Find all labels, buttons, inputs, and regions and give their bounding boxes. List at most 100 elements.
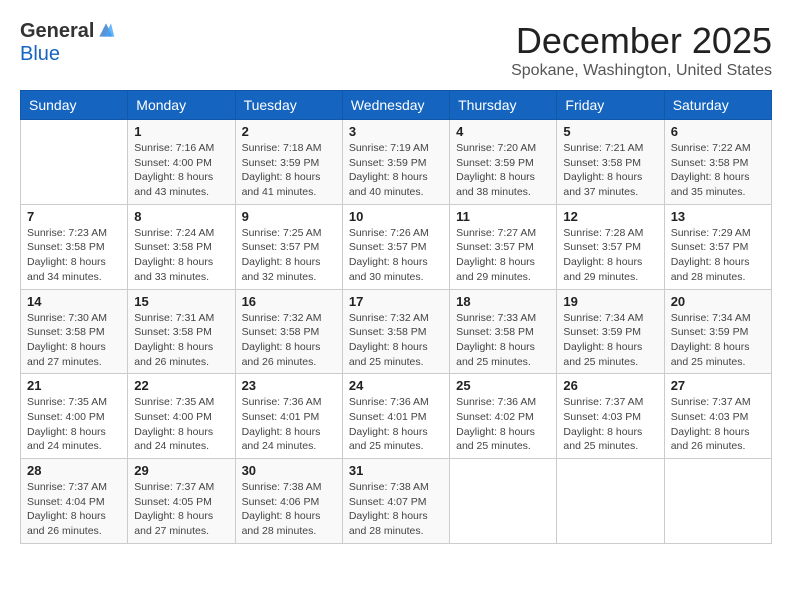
calendar-cell: 8 Sunrise: 7:24 AMSunset: 3:58 PMDaylight… (128, 204, 235, 289)
title-block: December 2025 Spokane, Washington, Unite… (511, 20, 772, 80)
logo-general: General (20, 20, 94, 43)
calendar-cell (664, 459, 771, 544)
day-number: 30 (242, 463, 336, 478)
day-number: 11 (456, 209, 550, 224)
calendar-cell: 6 Sunrise: 7:22 AMSunset: 3:58 PMDaylight… (664, 120, 771, 205)
calendar-cell: 12 Sunrise: 7:28 AMSunset: 3:57 PMDayligh… (557, 204, 664, 289)
logo: General Blue (20, 20, 116, 66)
calendar-cell: 28 Sunrise: 7:37 AMSunset: 4:04 PMDayligh… (21, 459, 128, 544)
day-number: 5 (563, 124, 657, 139)
day-number: 19 (563, 294, 657, 309)
calendar-cell: 4 Sunrise: 7:20 AMSunset: 3:59 PMDaylight… (450, 120, 557, 205)
day-info: Sunrise: 7:36 AMSunset: 4:01 PMDaylight:… (242, 395, 336, 454)
calendar-cell: 5 Sunrise: 7:21 AMSunset: 3:58 PMDaylight… (557, 120, 664, 205)
day-info: Sunrise: 7:38 AMSunset: 4:06 PMDaylight:… (242, 480, 336, 539)
day-info: Sunrise: 7:19 AMSunset: 3:59 PMDaylight:… (349, 141, 443, 200)
calendar-week-2: 7Sunrise: 7:23 AMSunset: 3:58 PMDaylight… (21, 204, 772, 289)
calendar-cell: 15 Sunrise: 7:31 AMSunset: 3:58 PMDayligh… (128, 289, 235, 374)
calendar-cell: 7Sunrise: 7:23 AMSunset: 3:58 PMDaylight… (21, 204, 128, 289)
day-number: 13 (671, 209, 765, 224)
day-info: Sunrise: 7:38 AMSunset: 4:07 PMDaylight:… (349, 480, 443, 539)
calendar-cell (21, 120, 128, 205)
day-info: Sunrise: 7:37 AMSunset: 4:03 PMDaylight:… (671, 395, 765, 454)
calendar-cell: 30 Sunrise: 7:38 AMSunset: 4:06 PMDayligh… (235, 459, 342, 544)
day-number: 8 (134, 209, 228, 224)
day-number: 16 (242, 294, 336, 309)
day-info: Sunrise: 7:34 AMSunset: 3:59 PMDaylight:… (671, 311, 765, 370)
day-number: 27 (671, 378, 765, 393)
day-info: Sunrise: 7:37 AMSunset: 4:05 PMDaylight:… (134, 480, 228, 539)
day-info: Sunrise: 7:28 AMSunset: 3:57 PMDaylight:… (563, 226, 657, 285)
day-number: 17 (349, 294, 443, 309)
day-info: Sunrise: 7:29 AMSunset: 3:57 PMDaylight:… (671, 226, 765, 285)
calendar-week-3: 14Sunrise: 7:30 AMSunset: 3:58 PMDayligh… (21, 289, 772, 374)
day-info: Sunrise: 7:35 AMSunset: 4:00 PMDaylight:… (27, 395, 121, 454)
calendar-cell: 24 Sunrise: 7:36 AMSunset: 4:01 PMDayligh… (342, 374, 449, 459)
weekday-header-sunday: Sunday (21, 91, 128, 120)
month-title: December 2025 (511, 20, 772, 62)
calendar-cell: 17 Sunrise: 7:32 AMSunset: 3:58 PMDayligh… (342, 289, 449, 374)
weekday-header-row: SundayMondayTuesdayWednesdayThursdayFrid… (21, 91, 772, 120)
day-number: 24 (349, 378, 443, 393)
day-info: Sunrise: 7:35 AMSunset: 4:00 PMDaylight:… (134, 395, 228, 454)
day-number: 6 (671, 124, 765, 139)
calendar-cell: 23Sunrise: 7:36 AMSunset: 4:01 PMDayligh… (235, 374, 342, 459)
logo-blue-text: Blue (20, 43, 60, 65)
calendar-cell: 29 Sunrise: 7:37 AMSunset: 4:05 PMDayligh… (128, 459, 235, 544)
calendar-cell: 13 Sunrise: 7:29 AMSunset: 3:57 PMDayligh… (664, 204, 771, 289)
weekday-header-saturday: Saturday (664, 91, 771, 120)
day-info: Sunrise: 7:31 AMSunset: 3:58 PMDaylight:… (134, 311, 228, 370)
day-info: Sunrise: 7:22 AMSunset: 3:58 PMDaylight:… (671, 141, 765, 200)
day-number: 1 (134, 124, 228, 139)
calendar-cell: 14Sunrise: 7:30 AMSunset: 3:58 PMDayligh… (21, 289, 128, 374)
day-number: 28 (27, 463, 121, 478)
day-info: Sunrise: 7:37 AMSunset: 4:03 PMDaylight:… (563, 395, 657, 454)
weekday-header-tuesday: Tuesday (235, 91, 342, 120)
calendar-cell: 3Sunrise: 7:19 AMSunset: 3:59 PMDaylight… (342, 120, 449, 205)
day-info: Sunrise: 7:36 AMSunset: 4:02 PMDaylight:… (456, 395, 550, 454)
weekday-header-friday: Friday (557, 91, 664, 120)
calendar-cell: 9 Sunrise: 7:25 AMSunset: 3:57 PMDaylight… (235, 204, 342, 289)
day-info: Sunrise: 7:32 AMSunset: 3:58 PMDaylight:… (349, 311, 443, 370)
calendar-cell: 2Sunrise: 7:18 AMSunset: 3:59 PMDaylight… (235, 120, 342, 205)
calendar-week-1: 1 Sunrise: 7:16 AMSunset: 4:00 PMDaylight… (21, 120, 772, 205)
calendar-cell: 22Sunrise: 7:35 AMSunset: 4:00 PMDayligh… (128, 374, 235, 459)
day-info: Sunrise: 7:20 AMSunset: 3:59 PMDaylight:… (456, 141, 550, 200)
calendar-table: SundayMondayTuesdayWednesdayThursdayFrid… (20, 90, 772, 544)
day-info: Sunrise: 7:33 AMSunset: 3:58 PMDaylight:… (456, 311, 550, 370)
calendar-cell (557, 459, 664, 544)
calendar-cell: 25Sunrise: 7:36 AMSunset: 4:02 PMDayligh… (450, 374, 557, 459)
day-info: Sunrise: 7:18 AMSunset: 3:59 PMDaylight:… (242, 141, 336, 200)
day-info: Sunrise: 7:24 AMSunset: 3:58 PMDaylight:… (134, 226, 228, 285)
day-info: Sunrise: 7:32 AMSunset: 3:58 PMDaylight:… (242, 311, 336, 370)
weekday-header-thursday: Thursday (450, 91, 557, 120)
logo-icon (96, 20, 116, 40)
day-info: Sunrise: 7:34 AMSunset: 3:59 PMDaylight:… (563, 311, 657, 370)
day-number: 26 (563, 378, 657, 393)
weekday-header-monday: Monday (128, 91, 235, 120)
page-header: General Blue December 2025 Spokane, Wash… (20, 20, 772, 80)
calendar-cell: 21Sunrise: 7:35 AMSunset: 4:00 PMDayligh… (21, 374, 128, 459)
day-number: 15 (134, 294, 228, 309)
calendar-cell: 10Sunrise: 7:26 AMSunset: 3:57 PMDayligh… (342, 204, 449, 289)
day-info: Sunrise: 7:36 AMSunset: 4:01 PMDaylight:… (349, 395, 443, 454)
day-info: Sunrise: 7:30 AMSunset: 3:58 PMDaylight:… (27, 311, 121, 370)
day-number: 10 (349, 209, 443, 224)
day-info: Sunrise: 7:21 AMSunset: 3:58 PMDaylight:… (563, 141, 657, 200)
calendar-cell (450, 459, 557, 544)
calendar-cell: 16 Sunrise: 7:32 AMSunset: 3:58 PMDayligh… (235, 289, 342, 374)
calendar-week-4: 21Sunrise: 7:35 AMSunset: 4:00 PMDayligh… (21, 374, 772, 459)
calendar-cell: 19 Sunrise: 7:34 AMSunset: 3:59 PMDayligh… (557, 289, 664, 374)
day-info: Sunrise: 7:37 AMSunset: 4:04 PMDaylight:… (27, 480, 121, 539)
day-number: 29 (134, 463, 228, 478)
calendar-week-5: 28 Sunrise: 7:37 AMSunset: 4:04 PMDayligh… (21, 459, 772, 544)
day-info: Sunrise: 7:16 AMSunset: 4:00 PMDaylight:… (134, 141, 228, 200)
day-number: 4 (456, 124, 550, 139)
day-info: Sunrise: 7:27 AMSunset: 3:57 PMDaylight:… (456, 226, 550, 285)
day-number: 18 (456, 294, 550, 309)
calendar-cell: 20Sunrise: 7:34 AMSunset: 3:59 PMDayligh… (664, 289, 771, 374)
day-number: 9 (242, 209, 336, 224)
day-number: 12 (563, 209, 657, 224)
calendar-cell: 1 Sunrise: 7:16 AMSunset: 4:00 PMDaylight… (128, 120, 235, 205)
day-info: Sunrise: 7:25 AMSunset: 3:57 PMDaylight:… (242, 226, 336, 285)
